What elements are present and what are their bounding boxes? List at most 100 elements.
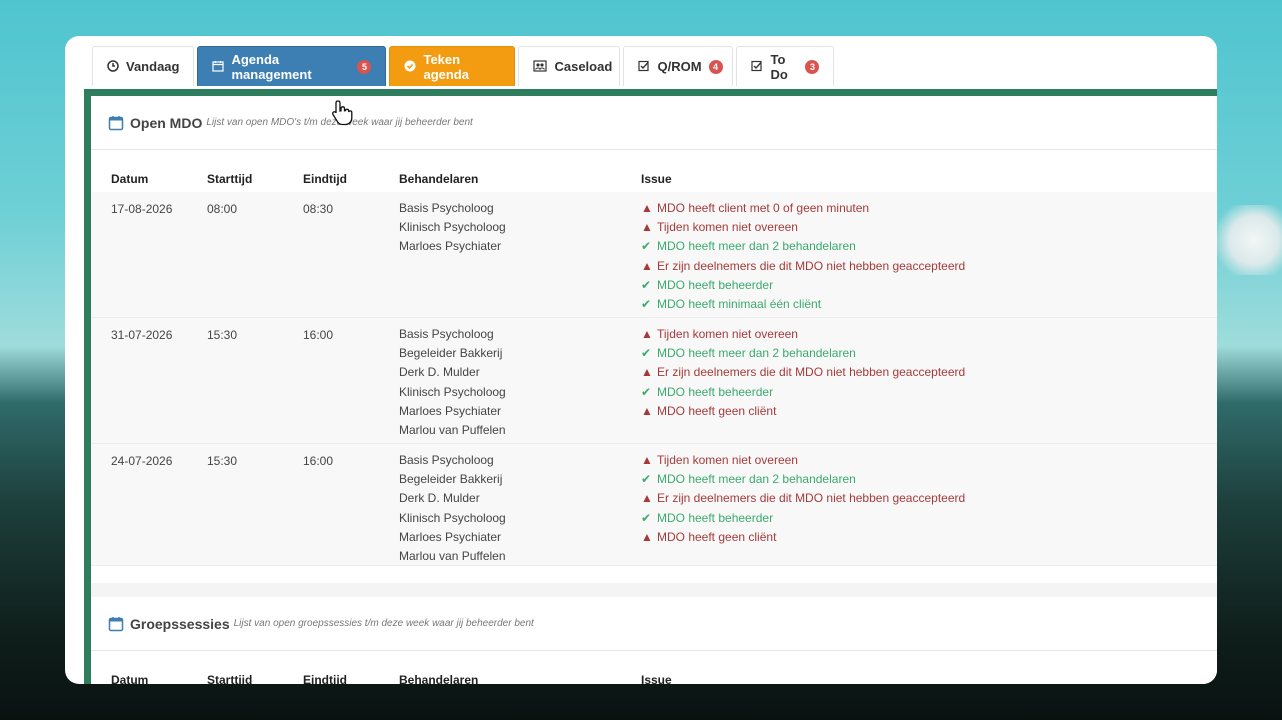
checkmark-icon: ✔ (641, 346, 652, 361)
clock-icon (107, 59, 119, 74)
tab-agenda-management[interactable]: Agenda management 5 (197, 46, 387, 86)
issue-ok: ✔ MDO heeft meer dan 2 behandelaren (641, 237, 965, 256)
cell-behandelaren: Basis Psycholoog Klinisch Psycholoog Marlo… (399, 199, 506, 257)
tab-label: Caseload (554, 59, 613, 74)
checkbox-icon (638, 60, 650, 74)
cell-datum: 24-07-2026 (111, 454, 173, 468)
behandelaar-name: Marloes Psychiater (399, 529, 502, 544)
column-header: Datum (111, 172, 149, 186)
issue-ok: ✔ MDO heeft meer dan 2 behandelaren (641, 344, 965, 363)
cell-starttijd: 08:00 (207, 202, 238, 216)
issue-warning: ▲ MDO heeft geen cliënt (641, 528, 965, 547)
behandelaar-name: Klinisch Psycholoog (399, 220, 506, 235)
table-row[interactable]: 17-08-2026 08:00 08:30 Basis Psycholoog Klin… (91, 192, 1217, 318)
tab-content: Open MDO Lijst van open MDO's t/m deze w… (84, 89, 1217, 684)
hand-cursor-icon (332, 100, 353, 126)
column-header: Eindtijd (303, 673, 347, 684)
issue-warning: ▲ Er zijn deelnemers die dit MDO niet heb… (641, 489, 965, 508)
background-cloud (1212, 205, 1282, 275)
checkmark-icon: ✔ (641, 384, 652, 399)
tab-qrom[interactable]: Q/ROM 4 (623, 46, 734, 86)
panel-header: Open MDO Lijst van open MDO's t/m deze w… (91, 96, 1217, 150)
issue-text: Er zijn deelnemers die dit MDO niet hebb… (657, 491, 966, 506)
tab-teken-agenda[interactable]: Teken agenda (389, 46, 516, 86)
check-circle-icon (404, 60, 416, 74)
tab-label: Agenda management (231, 51, 312, 82)
tab-label: To Do (770, 51, 788, 82)
issue-warning: ▲ MDO heeft geen cliënt (641, 402, 965, 421)
cell-behandelaren: Basis Psycholoog Begeleider Bakkerij Derk … (399, 451, 506, 566)
checkmark-icon: ✔ (641, 472, 652, 487)
cell-eindtijd: 08:30 (303, 202, 334, 216)
panel-subtitle: Lijst van open groepssessies t/m deze we… (233, 618, 534, 629)
table-body: 17-08-2026 08:00 08:30 Basis Psycholoog Klin… (91, 192, 1217, 566)
cell-eindtijd: 16:00 (303, 454, 334, 468)
tab-label: Q/ROM (657, 59, 702, 74)
checkmark-icon: ✔ (641, 277, 652, 292)
warning-icon: ▲ (641, 327, 653, 341)
column-header: Issue (641, 673, 672, 684)
issue-warning: ▲ Er zijn deelnemers die dit MDO niet heb… (641, 257, 965, 276)
tab-todo[interactable]: To Do 3 (736, 46, 835, 86)
notification-badge: 4 (708, 59, 723, 74)
notification-badge: 3 (805, 59, 820, 74)
issue-text: Tijden komen niet overeen (657, 220, 798, 235)
issue-warning: ▲ Tijden komen niet overeen (641, 325, 965, 344)
cell-datum: 31-07-2026 (111, 328, 173, 342)
behandelaar-name: Basis Psycholoog (399, 453, 494, 467)
warning-icon: ▲ (641, 453, 653, 467)
cell-issues: ▲ Tijden komen niet overeen ✔ MDO heeft mee… (641, 451, 965, 547)
cell-eindtijd: 16:00 (303, 328, 334, 342)
calendar-icon (212, 60, 225, 74)
issue-text: MDO heeft meer dan 2 behandelaren (657, 239, 856, 254)
warning-icon: ▲ (641, 529, 653, 544)
tab-vandaag[interactable]: Vandaag (92, 46, 195, 86)
tab-caseload[interactable]: Caseload (518, 46, 621, 86)
issue-warning: ▲ MDO heeft client met 0 of geen minuten (641, 199, 965, 218)
warning-icon: ▲ (641, 258, 653, 273)
behandelaar-name: Klinisch Psycholoog (399, 384, 506, 399)
users-icon (533, 59, 548, 74)
cell-issues: ▲ MDO heeft client met 0 of geen minuten ▲… (641, 199, 965, 314)
column-header: Issue (641, 172, 672, 186)
issue-ok: ✔ MDO heeft minimaal één cliënt (641, 295, 965, 314)
tab-label: Vandaag (126, 59, 180, 74)
table-header: Datum Starttijd Eindtijd Behandelaren Is… (91, 651, 1217, 684)
issue-text: Er zijn deelnemers die dit MDO niet hebb… (657, 258, 966, 273)
calendar-icon (108, 616, 124, 632)
warning-icon: ▲ (641, 365, 653, 380)
issue-text: MDO heeft beheerder (657, 277, 774, 292)
checkbox-icon (751, 60, 763, 74)
issue-text: MDO heeft geen cliënt (657, 403, 777, 418)
cell-datum: 17-08-2026 (111, 202, 173, 216)
behandelaar-name: Derk D. Mulder (399, 491, 480, 506)
issue-ok: ✔ MDO heeft beheerder (641, 509, 965, 528)
warning-icon: ▲ (641, 220, 653, 235)
behandelaar-name: Derk D. Mulder (399, 365, 480, 380)
warning-icon: ▲ (641, 403, 653, 418)
table-row[interactable]: 24-07-2026 15:30 16:00 Basis Psycholoog Bege… (91, 444, 1217, 566)
notification-badge: 5 (357, 59, 372, 74)
checkmark-icon: ✔ (641, 296, 652, 311)
issue-text: MDO heeft meer dan 2 behandelaren (657, 346, 856, 361)
issue-ok: ✔ MDO heeft beheerder (641, 276, 965, 295)
open-mdo-panel: Open MDO Lijst van open MDO's t/m deze w… (91, 96, 1217, 583)
issue-text: MDO heeft geen cliënt (657, 529, 777, 544)
column-header: Starttijd (207, 673, 253, 684)
issue-ok: ✔ MDO heeft meer dan 2 behandelaren (641, 470, 965, 489)
table-row[interactable]: 31-07-2026 15:30 16:00 Basis Psycholoog Bege… (91, 318, 1217, 444)
tab-label: Teken agenda (423, 51, 469, 82)
warning-icon: ▲ (641, 491, 653, 506)
cell-issues: ▲ Tijden komen niet overeen ✔ MDO heeft mee… (641, 325, 965, 421)
column-header: Datum (111, 673, 149, 684)
behandelaar-name: Marlou van Puffelen (399, 548, 506, 563)
calendar-icon (108, 115, 124, 131)
issue-text: MDO heeft beheerder (657, 384, 774, 399)
issue-text: Tijden komen niet overeen (657, 327, 798, 341)
table-header: Datum Starttijd Eindtijd Behandelaren Is… (91, 150, 1217, 192)
checkmark-icon: ✔ (641, 239, 652, 254)
issue-text: MDO heeft meer dan 2 behandelaren (657, 472, 856, 487)
checkmark-icon: ✔ (641, 510, 652, 525)
behandelaar-name: Basis Psycholoog (399, 201, 494, 215)
issue-warning: ▲ Tijden komen niet overeen (641, 218, 965, 237)
